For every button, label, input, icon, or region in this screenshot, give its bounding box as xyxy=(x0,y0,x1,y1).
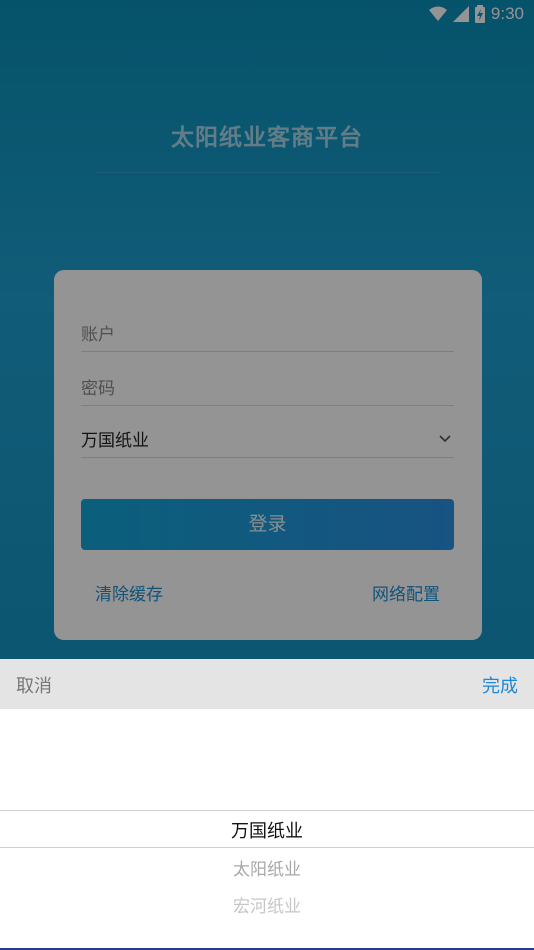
cancel-button[interactable]: 取消 xyxy=(16,672,52,698)
picker-option[interactable]: 宏河纸业 xyxy=(0,892,534,917)
done-button[interactable]: 完成 xyxy=(482,672,518,698)
modal-dim-overlay[interactable] xyxy=(0,0,534,659)
picker-selection-bottom-line xyxy=(0,847,534,848)
picker-option[interactable]: 万国纸业 xyxy=(0,817,534,843)
picker-toolbar: 取消 完成 xyxy=(0,659,534,709)
company-picker-sheet: 取消 完成 万国纸业 太阳纸业 宏河纸业 xyxy=(0,659,534,950)
picker-selection-top-line xyxy=(0,810,534,811)
picker-option[interactable]: 太阳纸业 xyxy=(0,855,534,880)
